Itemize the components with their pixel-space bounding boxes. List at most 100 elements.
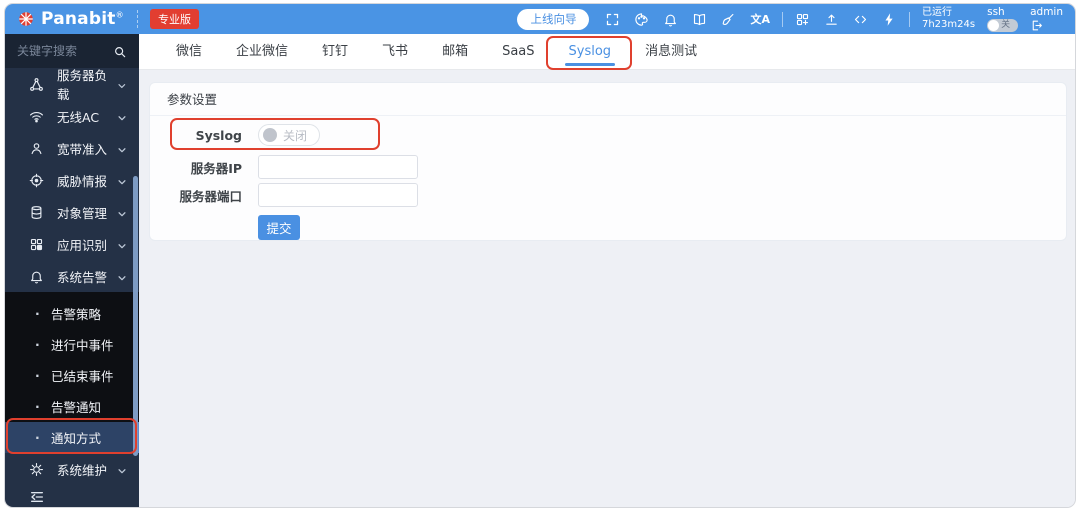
system-alerts-submenu: 告警策略 进行中事件 已结束事件 告警通知 通知方式 (5, 292, 139, 453)
syslog-toggle-knob (263, 128, 277, 142)
chevron-down-icon (117, 271, 127, 281)
subitem-label: 进行中事件 (51, 338, 114, 353)
syslog-toggle[interactable]: 关闭 (258, 124, 320, 146)
username-label: admin (1030, 5, 1063, 18)
sidebar-item-label: 威胁情报 (57, 173, 108, 189)
apps-icon (29, 237, 44, 252)
sidebar-subitem-ongoing-events[interactable]: 进行中事件 (5, 329, 139, 360)
edition-badge: 专业版 (150, 9, 199, 29)
chevron-down-icon (117, 111, 127, 121)
sidebar: 服务器负载 无线AC 宽带准入 威胁情报 对象管理 (5, 34, 139, 507)
sidebar-item-wireless-ac[interactable]: 无线AC (5, 100, 139, 132)
sidebar-subitem-alert-notify[interactable]: 告警通知 (5, 391, 139, 422)
search-input[interactable] (17, 44, 113, 58)
sidebar-item-server-load[interactable]: 服务器负载 (5, 68, 139, 102)
sidebar-item-object-mgmt[interactable]: 对象管理 (5, 196, 139, 228)
code-icon[interactable] (853, 12, 868, 27)
uptime-value: 7h23m24s (921, 19, 976, 30)
subitem-label: 已结束事件 (51, 369, 114, 384)
sidebar-item-system-maintenance[interactable]: 系统维护 (5, 453, 139, 485)
admin-block: admin (1030, 5, 1063, 32)
sidebar-item-broadband-access[interactable]: 宽带准入 (5, 132, 139, 164)
server-ip-input[interactable] (258, 155, 418, 179)
ssh-toggle-state: 关 (1001, 19, 1011, 30)
app-grid-icon[interactable] (795, 12, 810, 27)
sidebar-item-system-alerts[interactable]: 系统告警 (5, 260, 139, 292)
bell-icon[interactable] (663, 12, 678, 27)
uptime-label: 已运行 (921, 7, 952, 18)
wifi-icon (29, 109, 44, 124)
online-wizard-button[interactable]: 上线向导 (517, 8, 590, 30)
sidebar-collapse-button[interactable] (5, 485, 139, 507)
syslog-toggle-state: 关闭 (283, 128, 308, 143)
tab-wecom[interactable]: 企业微信 (219, 34, 305, 69)
subitem-label: 告警策略 (51, 307, 102, 322)
header-icon-group-1: 文A (605, 12, 770, 27)
panel-title: 参数设置 (150, 83, 1066, 116)
main-content: 微信 企业微信 钉钉 飞书 邮箱 SaaS Syslog 消息测试 参数设置 S… (139, 34, 1075, 507)
tab-feishu[interactable]: 飞书 (365, 34, 425, 69)
sidebar-item-label: 对象管理 (57, 205, 108, 221)
registered-mark: ® (115, 10, 124, 20)
share-nodes-icon (29, 77, 44, 92)
upload-icon[interactable] (824, 12, 839, 27)
sidebar-item-label: 系统告警 (57, 269, 108, 285)
submit-button[interactable]: 提交 (258, 215, 300, 240)
tab-dingtalk[interactable]: 钉钉 (305, 34, 365, 69)
server-port-input[interactable] (258, 183, 418, 207)
chevron-down-icon (117, 143, 127, 153)
search-icon[interactable] (113, 44, 127, 58)
subitem-label: 告警通知 (51, 400, 102, 415)
fullscreen-icon[interactable] (605, 12, 620, 27)
app-window: Panabit® 专业版 上线向导 文A 已运行 7h23m24s ssh 关 … (4, 3, 1076, 508)
tab-saas[interactable]: SaaS (485, 34, 551, 69)
book-icon[interactable] (692, 12, 707, 27)
subitem-label: 通知方式 (51, 431, 102, 446)
palette-icon[interactable] (634, 12, 649, 27)
chevron-down-icon (117, 239, 127, 249)
tab-bar: 微信 企业微信 钉钉 飞书 邮箱 SaaS Syslog 消息测试 (139, 34, 1075, 70)
user-icon (29, 141, 44, 156)
header-icon-group-2 (795, 12, 897, 27)
brand: Panabit® (17, 9, 135, 29)
sidebar-item-app-identify[interactable]: 应用识别 (5, 228, 139, 260)
ssh-toggle[interactable]: 关 (987, 18, 1019, 32)
panabit-logo-icon (17, 10, 35, 28)
sidebar-subitem-alert-policy[interactable]: 告警策略 (5, 298, 139, 329)
brand-name: Panabit (41, 9, 116, 29)
header-divider (137, 10, 138, 28)
logout-icon[interactable] (1030, 19, 1043, 32)
sidebar-item-label: 服务器负载 (57, 68, 108, 102)
server-port-row: 服务器端口 (150, 183, 1066, 207)
syslog-toggle-row: Syslog 关闭 (150, 123, 1066, 147)
tab-message-test[interactable]: 消息测试 (628, 34, 714, 69)
top-header: Panabit® 专业版 上线向导 文A 已运行 7h23m24s ssh 关 … (5, 4, 1075, 34)
sidebar-scrollbar[interactable] (133, 176, 138, 456)
chevron-down-icon (117, 207, 127, 217)
sidebar-menu: 服务器负载 无线AC 宽带准入 威胁情报 对象管理 应用识别 系统告警 (5, 68, 139, 292)
sidebar-subitem-ended-events[interactable]: 已结束事件 (5, 360, 139, 391)
translate-icon[interactable]: 文A (750, 12, 770, 27)
sidebar-search (5, 34, 139, 68)
ssh-block: ssh 关 (987, 5, 1019, 32)
uptime-block: 已运行 7h23m24s (922, 7, 975, 31)
sidebar-item-threat-intel[interactable]: 威胁情报 (5, 164, 139, 196)
sidebar-item-label: 宽带准入 (57, 141, 108, 157)
settings-panel: 参数设置 Syslog 关闭 服务器IP 服务器端口 提交 (149, 82, 1067, 241)
syslog-label: Syslog (195, 127, 242, 143)
server-port-label: 服务器端口 (179, 188, 242, 204)
tab-email[interactable]: 邮箱 (425, 34, 485, 69)
bolt-icon[interactable] (882, 12, 897, 27)
server-ip-label: 服务器IP (190, 160, 242, 176)
chevron-down-icon (117, 464, 127, 474)
tab-wechat[interactable]: 微信 (159, 34, 219, 69)
bell-icon (29, 269, 44, 284)
tab-syslog[interactable]: Syslog (552, 34, 629, 69)
chevron-down-icon (117, 79, 127, 89)
sidebar-subitem-notify-method[interactable]: 通知方式 (5, 422, 139, 453)
ssh-label: ssh (987, 5, 1005, 18)
chevron-down-icon (117, 175, 127, 185)
broom-icon[interactable] (721, 12, 736, 27)
target-icon (29, 173, 44, 188)
header-divider (908, 11, 910, 27)
